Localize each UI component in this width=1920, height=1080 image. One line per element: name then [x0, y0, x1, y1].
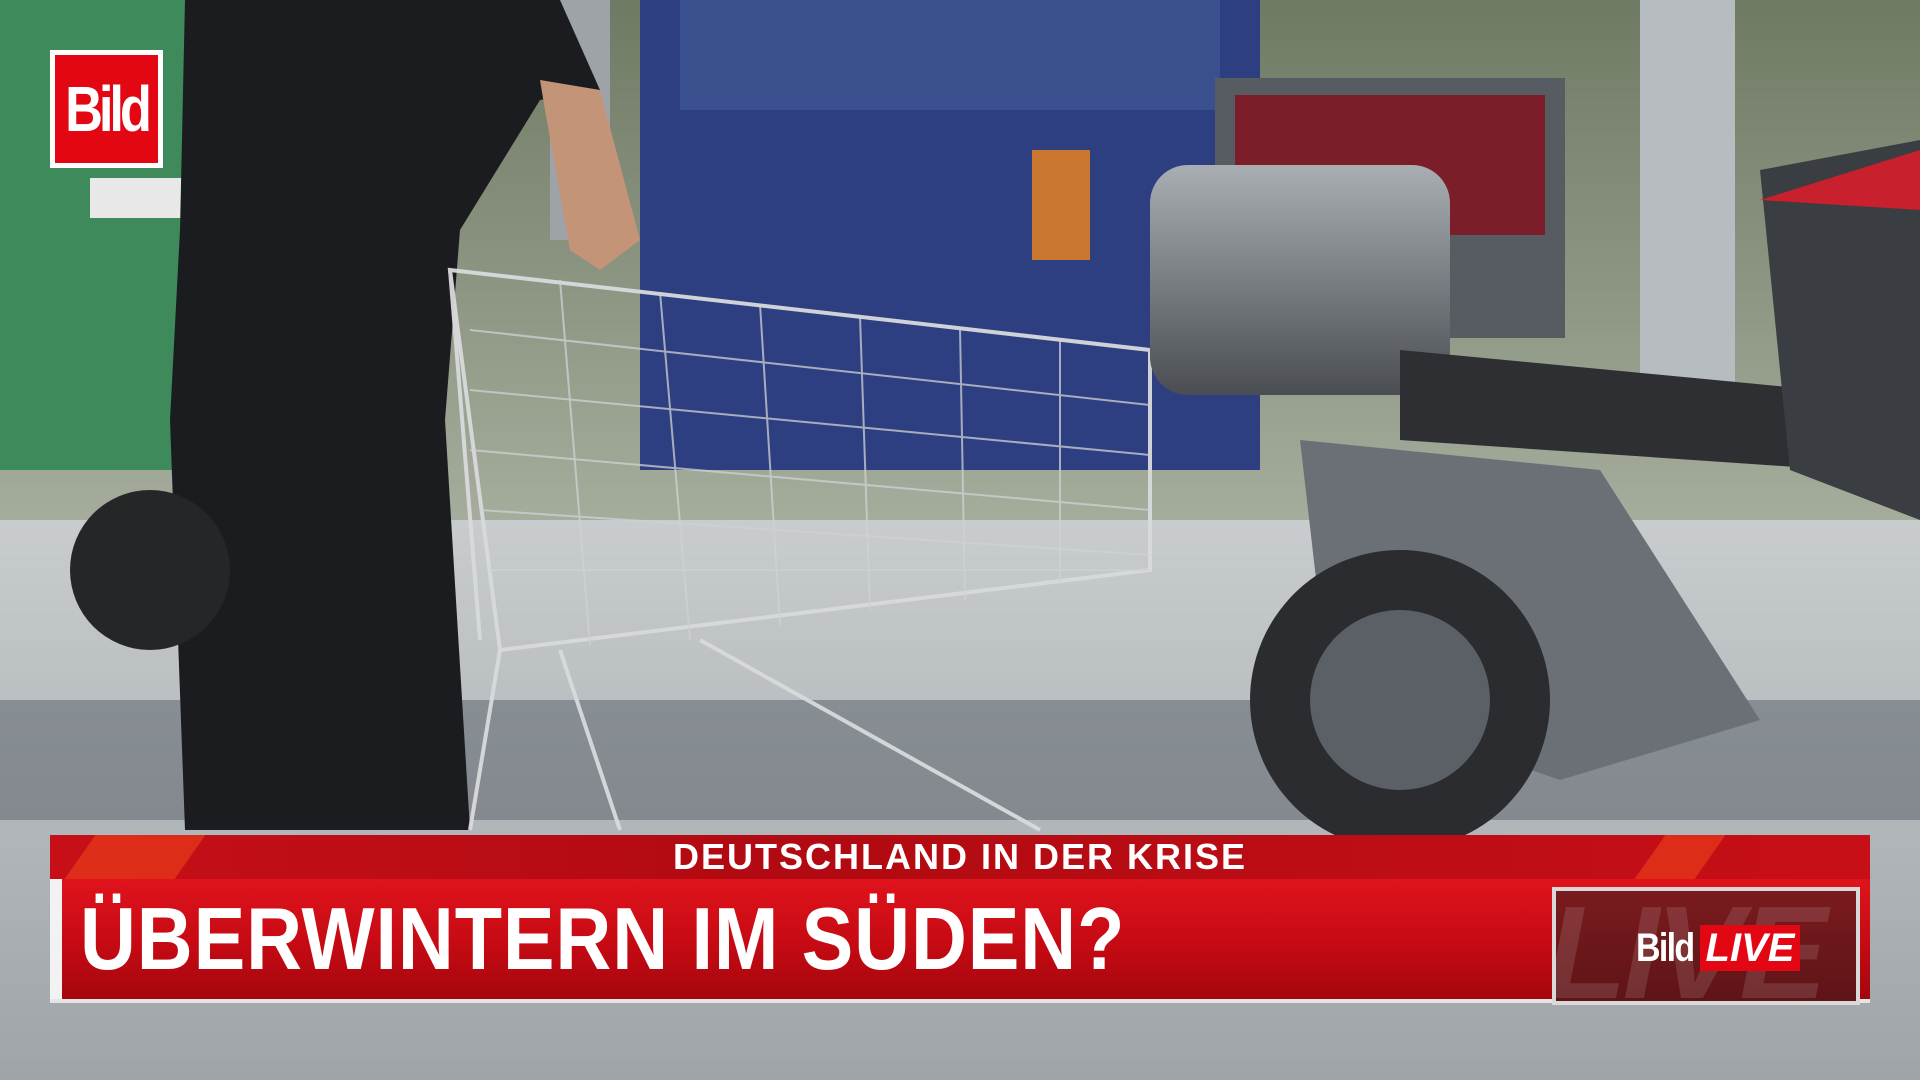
bild-logo-icon: Bild	[50, 50, 163, 168]
headline-edge	[50, 879, 62, 999]
bild-live-logo-icon: LIVE Bild LIVE	[1552, 887, 1860, 1005]
kicker-bar: DEUTSCHLAND IN DER KRISE	[50, 835, 1870, 883]
badge-mark: Bild LIVE	[1636, 925, 1801, 971]
badge-brand: Bild	[1636, 925, 1695, 970]
logo-text: Bild	[65, 73, 152, 145]
lower-third: DEUTSCHLAND IN DER KRISE ÜBERWINTERN IM …	[50, 835, 1870, 1015]
video-frame: Bild DEUTSCHLAND IN DER KRISE ÜBERWINTER…	[0, 0, 1920, 1080]
badge-live: LIVE	[1699, 925, 1801, 971]
kicker-text: DEUTSCHLAND IN DER KRISE	[672, 836, 1248, 877]
headline-text: ÜBERWINTERN IM SÜDEN?	[80, 889, 1126, 988]
